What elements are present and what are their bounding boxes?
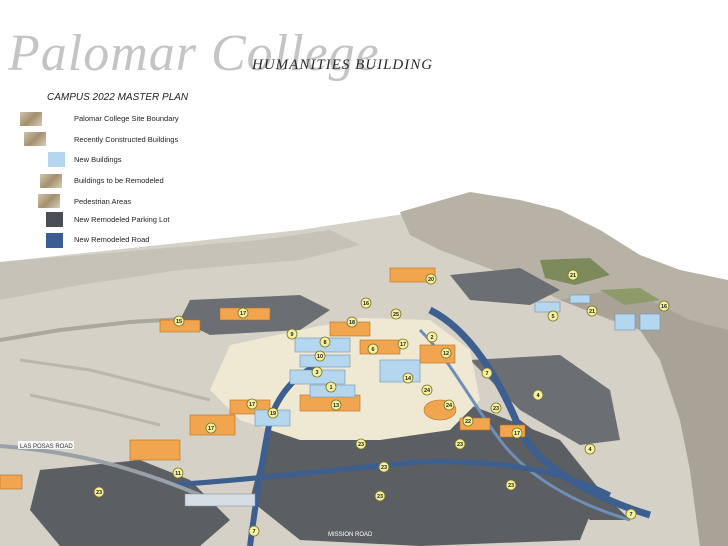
building-new	[379, 359, 421, 383]
building-remodel	[359, 339, 401, 355]
building-number: 17	[240, 311, 246, 317]
legend-swatch-new-buildings	[48, 152, 65, 167]
master-plan-slide: 20 21 16 25 5 21 16 15 17 18 9 8 6 17 2 12 10 3 7 14 1 24 4 17 1…	[0, 0, 728, 546]
legend-label-parking: New Remodeled Parking Lot	[74, 215, 170, 224]
building-number: 23	[377, 494, 383, 500]
building-number: 5	[551, 314, 554, 320]
legend-label-recent-buildings: Recently Constructed Buildings	[74, 135, 179, 144]
building-number: 20	[428, 277, 434, 283]
legend-thumb-pedestrian	[38, 194, 60, 208]
building-new	[184, 493, 256, 507]
building-number: 7	[485, 371, 488, 377]
legend-swatch-road	[46, 233, 63, 248]
building-number: 9	[290, 332, 293, 338]
building-number: 17	[400, 342, 406, 348]
building-new	[614, 313, 636, 331]
road-label-las-posas: LAS POSAS ROAD	[20, 444, 73, 450]
legend-label-remodel-buildings: Buildings to be Remodeled	[74, 176, 164, 185]
building-number: 19	[270, 411, 276, 417]
building-new	[639, 313, 661, 331]
legend-title: CAMPUS 2022 MASTER PLAN	[47, 92, 189, 103]
building-new	[569, 294, 591, 304]
building-number: 2	[430, 335, 433, 341]
building-number: 17	[249, 402, 255, 408]
building-number: 14	[405, 376, 412, 382]
building-number: 17	[208, 426, 214, 432]
building-number: 7	[629, 512, 632, 518]
building-number: 7	[252, 529, 255, 535]
legend-thumb-remodel-buildings	[40, 174, 62, 188]
legend-thumb-site-boundary	[20, 112, 42, 126]
building-number: 23	[457, 442, 463, 448]
building-number: 15	[176, 319, 182, 325]
building-number: 23	[508, 483, 514, 489]
building-number: 13	[333, 403, 339, 409]
building-new	[534, 301, 561, 313]
building-number: 23	[381, 465, 387, 471]
building-number: 25	[393, 312, 399, 318]
legend-label-pedestrian: Pedestrian Areas	[74, 197, 132, 206]
slide-title: HUMANITIES BUILDING	[252, 57, 434, 73]
legend-label-road: New Remodeled Road	[74, 235, 150, 244]
building-number: 16	[661, 304, 667, 310]
building-number: 24	[424, 388, 431, 394]
building-number: 17	[514, 431, 520, 437]
building-number: 23	[358, 442, 364, 448]
building-number: 23	[96, 490, 102, 496]
building-number: 21	[589, 309, 595, 315]
building-number: 10	[317, 354, 323, 360]
legend-label-new-buildings: New Buildings	[74, 155, 122, 164]
legend-label-site-boundary: Palomar College Site Boundary	[74, 114, 179, 123]
building-number: 21	[570, 273, 576, 279]
building-number: 24	[446, 403, 453, 409]
building-number: 8	[323, 340, 326, 346]
building-number: 6	[371, 347, 374, 353]
legend-swatch-parking	[46, 212, 63, 227]
building-number: 12	[443, 351, 449, 357]
building-number: 23	[493, 406, 499, 412]
building-remodel	[0, 474, 23, 490]
building-remodel	[129, 439, 181, 461]
building-number: 16	[363, 301, 369, 307]
legend-thumb-recent-buildings	[24, 132, 46, 146]
building-remodel	[299, 394, 361, 412]
building-number: 3	[315, 370, 318, 376]
building-number: 18	[349, 320, 355, 326]
building-number: 22	[465, 419, 471, 425]
building-number: 1	[329, 385, 332, 391]
building-number: 11	[175, 471, 181, 477]
road-label-mission: MISSION ROAD	[328, 532, 373, 538]
